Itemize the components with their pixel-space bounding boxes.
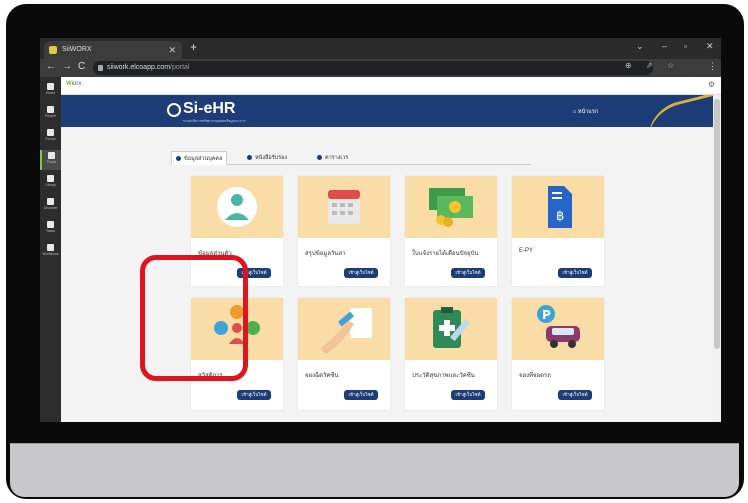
rail-item-forms[interactable]: Forms — [40, 127, 61, 147]
url-path: /portal — [170, 64, 190, 71]
card-title: ใบแจ้งรายได้เดือนปัจจุบัน — [412, 251, 479, 257]
enter-website-button[interactable]: เข้าสู่เว็บไซต์ — [344, 390, 378, 400]
app-topbar: Wiorx ⚙ — [61, 77, 721, 95]
portal-tabs: ข้อมูลส่วนบุคคล หนังสือรับรอง ตารางเวร — [171, 151, 531, 165]
card-title: จองที่จอดรถ — [519, 373, 551, 379]
enter-website-button[interactable]: เข้าสู่เว็บไซต์ — [451, 390, 485, 400]
forward-icon[interactable]: → — [62, 61, 72, 72]
enter-website-button[interactable]: เข้าสู่เว็บไซต์ — [558, 390, 592, 400]
banner-swoosh — [639, 95, 713, 127]
discover-icon — [47, 198, 54, 205]
tab-certificates[interactable]: หนังสือรับรอง — [243, 151, 291, 165]
rail-item-home[interactable]: Home — [40, 81, 61, 101]
browser-tab[interactable]: SiiWORX ✕ — [44, 41, 182, 59]
rail-item-people[interactable]: People — [40, 104, 61, 124]
calendar-icon — [317, 155, 322, 160]
header-banner: Si-eHR ระบบบริหารทรัพยากรบุคคลเชิงบูรณาก… — [61, 95, 713, 127]
enter-website-button[interactable]: เข้าสู่เว็บไซต์ — [451, 268, 485, 278]
app-logo[interactable]: Wiorx — [66, 81, 81, 87]
card-title: สรุปข้อมูลวันลา — [305, 251, 346, 257]
browser-toolbar: ← → C siiwork.elcoapp.com/portal ⊕ ⇗ ☆ — [40, 59, 721, 77]
rail-item-portal[interactable]: Portal — [40, 150, 61, 170]
library-icon — [47, 175, 54, 182]
enter-website-button[interactable]: เข้าสู่เว็บไซต์ — [344, 268, 378, 278]
card-title: จองฉีดวัคซีน — [305, 373, 339, 379]
tab-schedule[interactable]: ตารางเวร — [313, 151, 352, 165]
health-record-icon — [433, 307, 471, 348]
back-icon[interactable]: ← — [46, 61, 56, 72]
card-art — [298, 298, 390, 360]
person-icon — [176, 156, 181, 161]
card-leave-summary: สรุปข้อมูลวันลา เข้าสู่เว็บไซต์ — [298, 176, 390, 286]
vaccine-icon — [320, 308, 372, 354]
person-icon — [217, 187, 257, 227]
minimize-button[interactable]: – — [662, 41, 667, 51]
scrollbar-thumb[interactable] — [714, 99, 720, 349]
left-rail: Home People Forms Portal Library Discove… — [40, 77, 61, 422]
brand-subtitle: ระบบบริหารทรัพยากรบุคคลเชิงบูรณาการ — [183, 119, 246, 123]
address-bar[interactable]: siiwork.elcoapp.com/portal — [93, 61, 653, 75]
card-art — [405, 176, 497, 238]
gear-icon[interactable]: ⚙ — [708, 80, 715, 89]
tab-search-icon[interactable]: ⌄ — [636, 41, 644, 52]
browser-tabstrip: SiiWORX ✕ + ⌄ – ▫ ✕ — [40, 38, 721, 59]
home-icon — [47, 83, 54, 90]
card-title: E-PY — [519, 248, 534, 254]
browser-menu-icon[interactable]: ⋮ — [708, 61, 717, 72]
highlight-circle — [140, 255, 248, 381]
tab-title: SiiWORX — [62, 46, 92, 53]
home-link[interactable]: ⌂ หน้าแรก — [573, 108, 598, 116]
lock-icon — [98, 65, 103, 71]
document-icon — [247, 155, 252, 160]
brand-logo-icon — [167, 103, 181, 117]
card-art: ฿ — [512, 176, 604, 238]
monitor-chin — [10, 443, 739, 497]
enter-website-button[interactable]: เข้าสู่เว็บไซต์ — [558, 268, 592, 278]
portal-icon — [48, 152, 55, 159]
card-title: ประวัติสุขภาพและวัคซีน — [412, 373, 475, 379]
tab-close-icon[interactable]: ✕ — [168, 41, 176, 59]
close-window-button[interactable]: ✕ — [706, 41, 714, 52]
card-art: P — [512, 298, 604, 360]
tasks-icon — [47, 221, 54, 228]
workflows-icon — [47, 244, 54, 251]
favicon-icon — [49, 46, 57, 54]
tab-personal-info[interactable]: ข้อมูลส่วนบุคคล — [171, 151, 228, 165]
svg-text:฿: ฿ — [556, 209, 564, 224]
enter-website-button[interactable]: เข้าสู่เว็บไซต์ — [237, 390, 271, 400]
forms-icon — [47, 129, 54, 136]
url-host: siiwork.elcoapp.com — [107, 64, 171, 71]
card-art — [191, 176, 283, 238]
card-health-record: ประวัติสุขภาพและวัคซีน เข้าสู่เว็บไซต์ — [405, 298, 497, 410]
rail-item-tasks[interactable]: Tasks — [40, 219, 61, 239]
card-art — [405, 298, 497, 360]
brand-title: Si-eHR — [183, 100, 236, 117]
rail-item-workflows[interactable]: Workflows — [40, 242, 61, 262]
card-vaccine-booking: จองฉีดวัคซีน เข้าสู่เว็บไซต์ — [298, 298, 390, 410]
card-e-py: ฿ E-PY เข้าสู่เว็บไซต์ — [512, 176, 604, 286]
new-tab-button[interactable]: + — [190, 40, 197, 54]
parking-icon: P — [537, 305, 580, 348]
baht-document-icon: ฿ — [548, 186, 572, 228]
address-bar-icons[interactable]: ⊕ ⇗ ☆ — [625, 61, 680, 70]
rail-item-library[interactable]: Library — [40, 173, 61, 193]
card-payslip: ใบแจ้งรายได้เดือนปัจจุบัน เข้าสู่เว็บไซต… — [405, 176, 497, 286]
svg-text:P: P — [542, 308, 551, 322]
card-art — [298, 176, 390, 238]
card-parking: P จองที่จอดรถ เข้าสู่เว็บไซต์ — [512, 298, 604, 410]
maximize-button[interactable]: ▫ — [684, 41, 687, 51]
calendar-icon — [328, 190, 360, 224]
money-icon — [429, 188, 473, 227]
rail-item-discover[interactable]: Discover — [40, 196, 61, 216]
reload-icon[interactable]: C — [78, 61, 85, 72]
home-icon: ⌂ — [573, 109, 577, 115]
people-icon — [47, 106, 54, 113]
page-scrollbar[interactable] — [713, 95, 721, 422]
